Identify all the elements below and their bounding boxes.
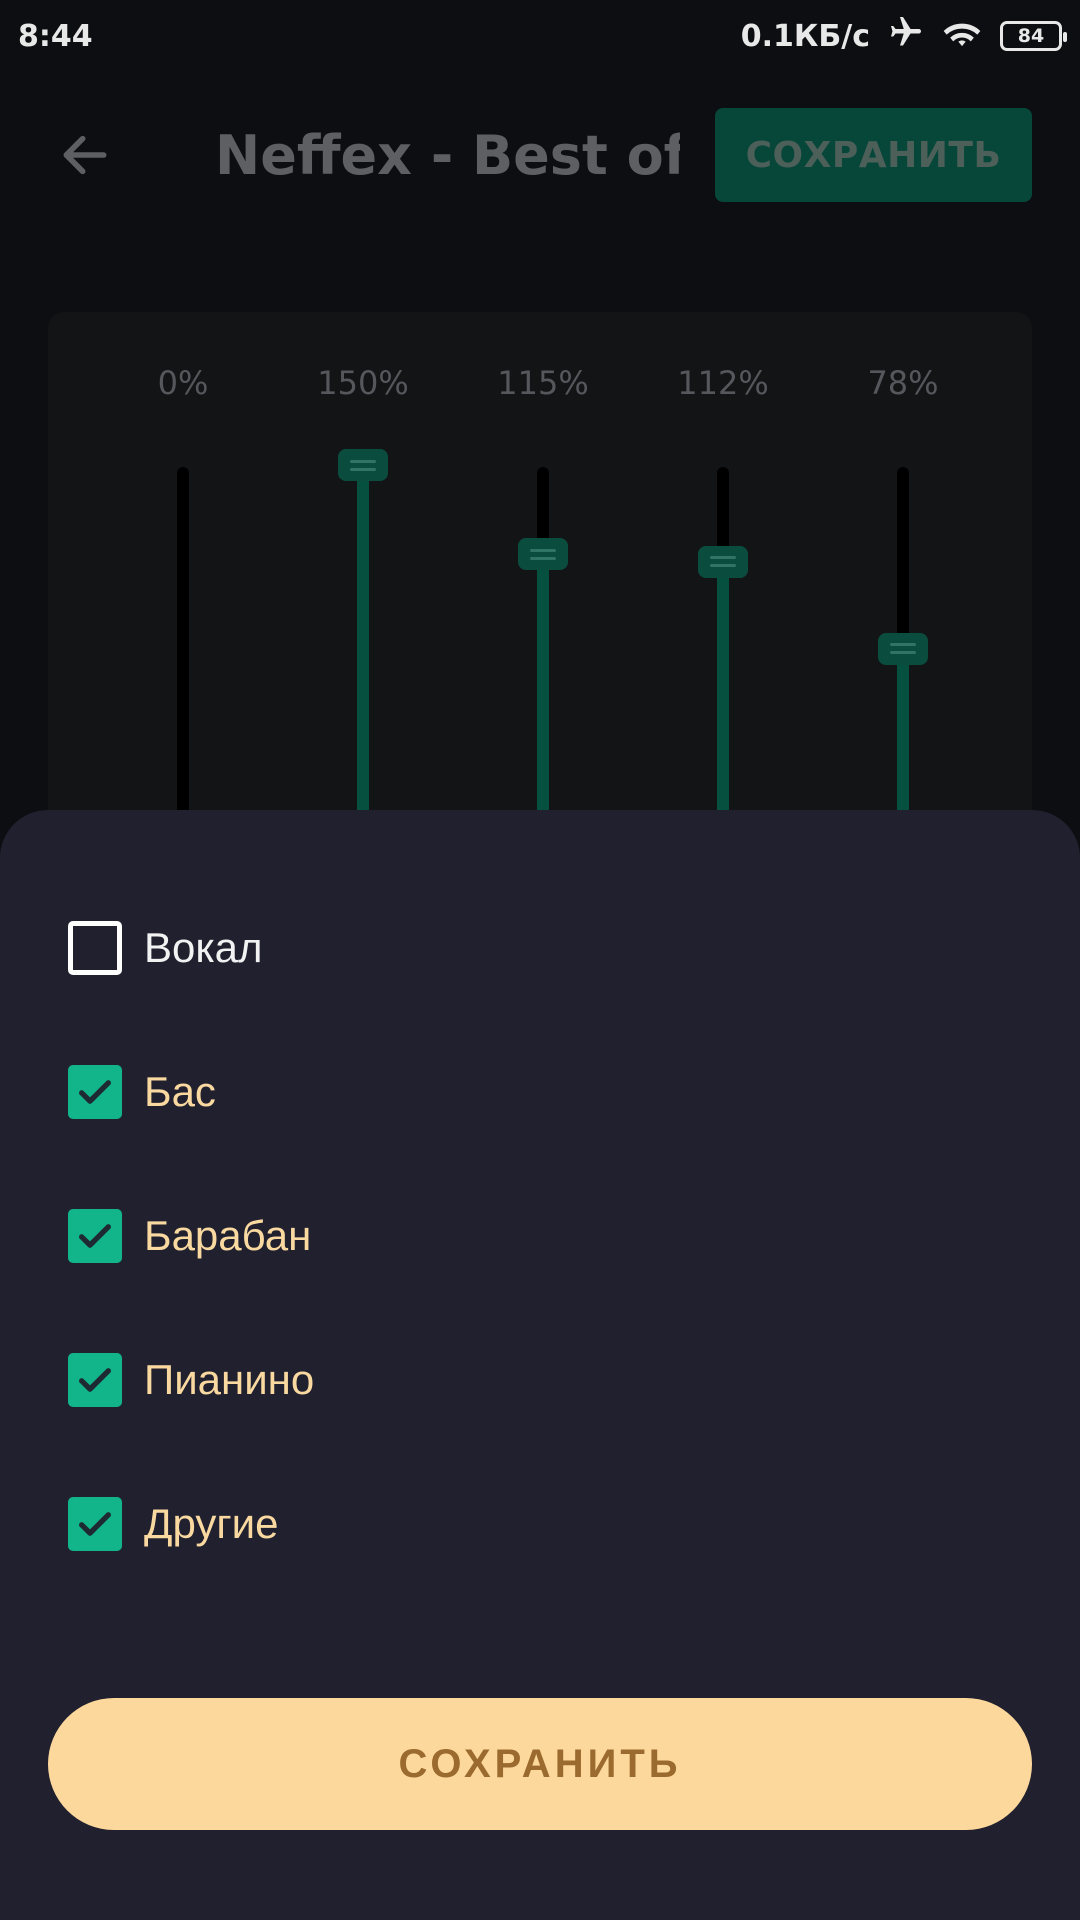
checkbox-checked[interactable] bbox=[68, 1497, 122, 1551]
checkmark-icon bbox=[79, 1368, 112, 1392]
fader-channel: 112% bbox=[668, 312, 778, 887]
checkbox-checked[interactable] bbox=[68, 1065, 122, 1119]
save-button[interactable]: СОХРАНИТЬ bbox=[48, 1698, 1032, 1830]
track-option[interactable]: Другие bbox=[68, 1494, 768, 1554]
mixer-panel: 0% 150% 115% 112% 78% bbox=[48, 312, 1032, 887]
fader-value-label: 150% bbox=[317, 364, 409, 402]
fader-channel: 0% bbox=[128, 312, 238, 887]
fader-value-label: 115% bbox=[497, 364, 589, 402]
airplane-icon bbox=[888, 14, 924, 58]
fader-channel: 150% bbox=[308, 312, 418, 887]
checkmark-icon bbox=[79, 1512, 112, 1536]
fader-value-label: 78% bbox=[867, 364, 939, 402]
track-option[interactable]: Вокал bbox=[68, 918, 768, 978]
fader-channel: 115% bbox=[488, 312, 598, 887]
track-option-label: Другие bbox=[144, 1500, 279, 1547]
wifi-icon bbox=[942, 14, 982, 58]
fader-value-label: 0% bbox=[157, 364, 209, 402]
track-option-label: Бас bbox=[144, 1068, 216, 1115]
track-option[interactable]: Барабан bbox=[68, 1206, 768, 1266]
page-title: Neffex - Best of… bbox=[215, 123, 680, 187]
status-icons: 0.1КБ/с 84 bbox=[740, 14, 1067, 58]
checkbox-unchecked[interactable] bbox=[68, 921, 122, 975]
checkbox-checked[interactable] bbox=[68, 1209, 122, 1263]
fader-channel: 78% bbox=[848, 312, 958, 887]
fader-thumb[interactable] bbox=[698, 545, 748, 578]
top-save-button[interactable]: СОХРАНИТЬ bbox=[715, 108, 1032, 202]
fader-thumb[interactable] bbox=[518, 538, 568, 571]
checkmark-icon bbox=[79, 1080, 112, 1104]
track-option[interactable]: Бас bbox=[68, 1062, 768, 1122]
network-speed: 0.1КБ/с bbox=[740, 18, 870, 54]
status-bar: 8:44 0.1КБ/с 84 bbox=[0, 0, 1080, 72]
battery-icon: 84 bbox=[1000, 21, 1067, 51]
track-option-label: Вокал bbox=[144, 924, 263, 971]
checkmark-icon bbox=[79, 1224, 112, 1248]
checkbox-checked[interactable] bbox=[68, 1353, 122, 1407]
fader-value-label: 112% bbox=[677, 364, 769, 402]
track-option-label: Пианино bbox=[144, 1356, 315, 1403]
status-time: 8:44 bbox=[18, 18, 93, 54]
track-option-label: Барабан bbox=[144, 1212, 312, 1259]
fader-thumb[interactable] bbox=[878, 632, 928, 665]
app-bar: Neffex - Best of… СОХРАНИТЬ bbox=[0, 100, 1080, 220]
fader-thumb[interactable] bbox=[338, 449, 388, 481]
arrow-left-icon bbox=[63, 135, 107, 175]
track-option[interactable]: Пианино bbox=[68, 1350, 768, 1410]
back-button[interactable] bbox=[50, 120, 120, 190]
track-selection-sheet: СОХРАНИТЬ Вокал Бас Барабан Пианино Другие bbox=[0, 810, 1080, 1920]
